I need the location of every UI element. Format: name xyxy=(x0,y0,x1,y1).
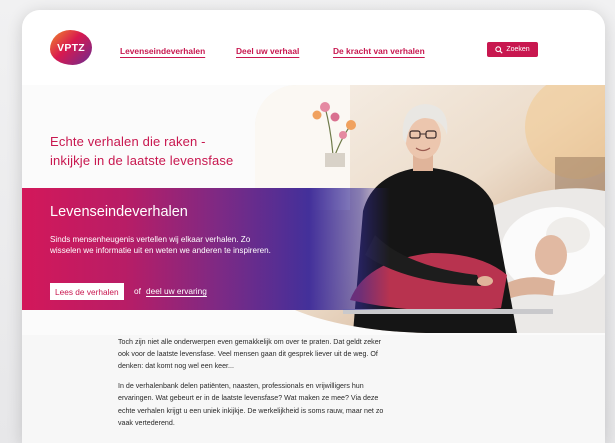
banner-heading: Levenseindeverhalen xyxy=(50,204,188,220)
nav-link-levenseindeverhalen[interactable]: Levenseindeverhalen xyxy=(120,46,205,56)
search-button[interactable]: Zoeken xyxy=(487,42,538,57)
intro-paragraph: Toch zijn niet alle onderwerpen even gem… xyxy=(118,338,382,371)
nav-link-deel-uw-verhaal[interactable]: Deel uw verhaal xyxy=(236,46,299,56)
logo-text: VPTZ xyxy=(57,41,85,54)
search-button-label: Zoeken xyxy=(506,46,530,53)
intro-paragraph: In de verhalenbank delen patiënten, naas… xyxy=(118,382,384,427)
hero-title: Echte verhalen die raken - inkijkje in d… xyxy=(50,132,233,170)
intro-banner: Levenseindeverhalen Sinds mensenheugenis… xyxy=(22,188,390,310)
search-icon xyxy=(495,45,503,54)
banner-text: Sinds mensenheugenis vertellen wij elkaa… xyxy=(50,235,271,255)
vptz-logo[interactable]: VPTZ xyxy=(50,30,92,65)
or-text: of xyxy=(134,286,141,296)
intro-text: Toch zijn niet alle onderwerpen even gem… xyxy=(118,336,392,436)
read-stories-button[interactable]: Lees de verhalen xyxy=(50,283,124,300)
nav-link-kracht-van-verhalen[interactable]: De kracht van verhalen xyxy=(333,46,425,56)
page-card: VPTZ Levenseindeverhalen Deel uw verhaal… xyxy=(22,10,605,443)
site-header: VPTZ Levenseindeverhalen Deel uw verhaal… xyxy=(22,10,605,85)
hero-title-line-2: inkijkje in de laatste levensfase xyxy=(50,153,234,168)
hero-title-line-1: Echte verhalen die raken - xyxy=(50,134,206,149)
share-experience-link[interactable]: deel uw ervaring xyxy=(146,286,207,296)
